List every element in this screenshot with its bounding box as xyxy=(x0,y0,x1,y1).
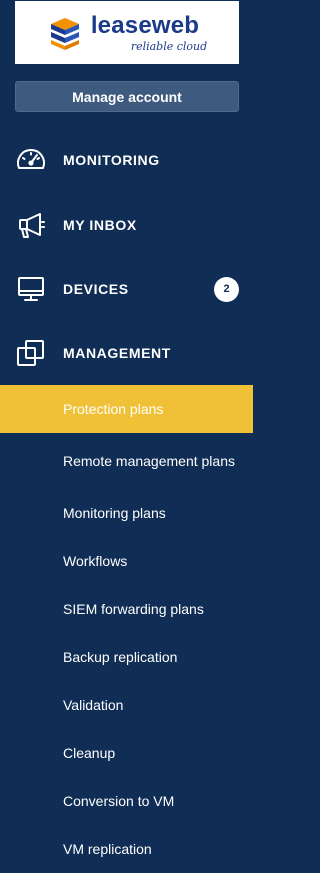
submenu-item-workflows[interactable]: Workflows xyxy=(0,537,253,585)
submenu-item-cleanup[interactable]: Cleanup xyxy=(0,729,253,777)
overlapping-squares-icon xyxy=(14,336,48,370)
logo-text: leaseweb reliable cloud xyxy=(90,11,208,53)
gauge-icon xyxy=(14,143,48,177)
megaphone-icon xyxy=(14,208,48,242)
logo-inner: leaseweb reliable cloud xyxy=(47,11,208,53)
sidebar: leaseweb reliable cloud Manage account M… xyxy=(0,0,253,873)
logo-wordmark: leaseweb xyxy=(90,11,200,39)
logo-tagline: reliable cloud xyxy=(130,39,208,53)
leaseweb-logo[interactable]: leaseweb reliable cloud xyxy=(15,1,239,64)
manage-account-button[interactable]: Manage account xyxy=(15,81,239,112)
submenu-item-monitoring-plans[interactable]: Monitoring plans xyxy=(0,489,253,537)
submenu-item-conversion-to-vm[interactable]: Conversion to VM xyxy=(0,777,253,825)
nav-item-monitoring[interactable]: MONITORING xyxy=(0,140,253,180)
nav-label-monitoring: MONITORING xyxy=(63,152,160,168)
leaseweb-logo-icon xyxy=(50,17,79,50)
submenu-item-vm-replication[interactable]: VM replication xyxy=(0,825,253,873)
submenu-item-protection-plans[interactable]: Protection plans xyxy=(0,385,253,433)
nav-label-management: MANAGEMENT xyxy=(63,345,171,361)
submenu-item-siem-forwarding-plans[interactable]: SIEM forwarding plans xyxy=(0,585,253,633)
submenu-item-validation[interactable]: Validation xyxy=(0,681,253,729)
devices-count-badge: 2 xyxy=(214,276,239,302)
nav-label-devices: DEVICES xyxy=(63,281,129,297)
nav-item-management[interactable]: MANAGEMENT xyxy=(0,333,253,373)
nav-item-my-inbox[interactable]: MY INBOX xyxy=(0,205,253,245)
submenu-item-remote-management-plans[interactable]: Remote management plans xyxy=(0,433,253,489)
nav-item-devices[interactable]: DEVICES 2 xyxy=(0,269,253,309)
nav-label-my-inbox: MY INBOX xyxy=(63,217,137,233)
management-submenu: Protection plans Remote management plans… xyxy=(0,385,253,873)
submenu-item-backup-replication[interactable]: Backup replication xyxy=(0,633,253,681)
monitor-icon xyxy=(14,272,48,306)
